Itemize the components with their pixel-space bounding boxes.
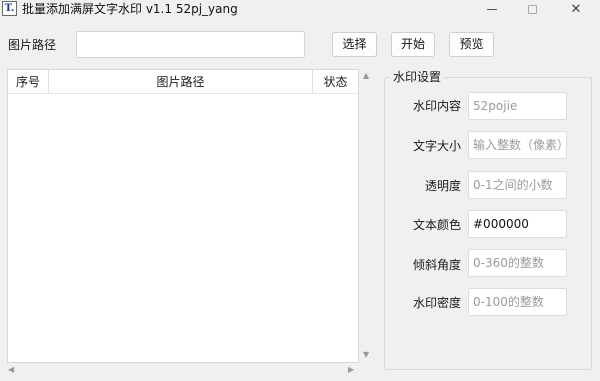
close-icon: ✕: [570, 1, 582, 17]
text-color-input[interactable]: #000000: [468, 210, 567, 238]
watermark-content-input[interactable]: 52pojie: [468, 92, 567, 120]
window-title: 批量添加满屏文字水印 v1.1 52pj_yang: [22, 2, 238, 16]
scroll-right-icon[interactable]: ▶: [348, 365, 354, 375]
column-header-index[interactable]: 序号: [8, 70, 48, 94]
opacity-label: 透明度: [424, 179, 461, 193]
close-button[interactable]: ✕: [554, 0, 598, 18]
font-size-input[interactable]: 输入整数（像素）: [468, 131, 567, 159]
maximize-button[interactable]: [510, 0, 554, 18]
app-icon: T.: [2, 1, 17, 16]
text-color-label: 文本颜色: [412, 218, 461, 232]
opacity-input[interactable]: 0-1之间的小数: [468, 171, 567, 199]
column-header-path[interactable]: 图片路径: [48, 70, 312, 94]
minimize-icon: [487, 8, 497, 10]
table-header: 序号 图片路径 状态: [8, 70, 358, 94]
tilt-angle-input[interactable]: 0-360的整数: [468, 249, 567, 277]
maximize-icon: [527, 4, 537, 14]
scroll-down-icon[interactable]: ▼: [363, 350, 369, 360]
scroll-left-icon[interactable]: ◀: [8, 365, 14, 375]
preview-button[interactable]: 预览: [449, 32, 494, 57]
watermark-settings-title: 水印设置: [390, 69, 445, 85]
horizontal-scrollbar[interactable]: ◀ ▶: [7, 365, 359, 375]
watermark-content-label: 水印内容: [412, 99, 461, 113]
title-bar: T. 批量添加满屏文字水印 v1.1 52pj_yang ✕: [0, 0, 600, 18]
font-size-label: 文字大小: [412, 139, 461, 153]
scroll-up-icon[interactable]: ▲: [363, 71, 369, 81]
select-button[interactable]: 选择: [332, 32, 377, 57]
image-list-table[interactable]: 序号 图片路径 状态: [7, 69, 359, 363]
tilt-angle-label: 倾斜角度: [412, 258, 461, 272]
watermark-density-label: 水印密度: [412, 296, 461, 310]
watermark-density-input[interactable]: 0-100的整数: [468, 288, 567, 316]
minimize-button[interactable]: [470, 0, 514, 18]
image-path-label: 图片路径: [8, 38, 57, 52]
vertical-scrollbar[interactable]: ▲ ▼: [361, 69, 373, 363]
start-button[interactable]: 开始: [391, 32, 435, 57]
column-header-status[interactable]: 状态: [312, 70, 358, 94]
image-path-input[interactable]: [76, 31, 305, 58]
